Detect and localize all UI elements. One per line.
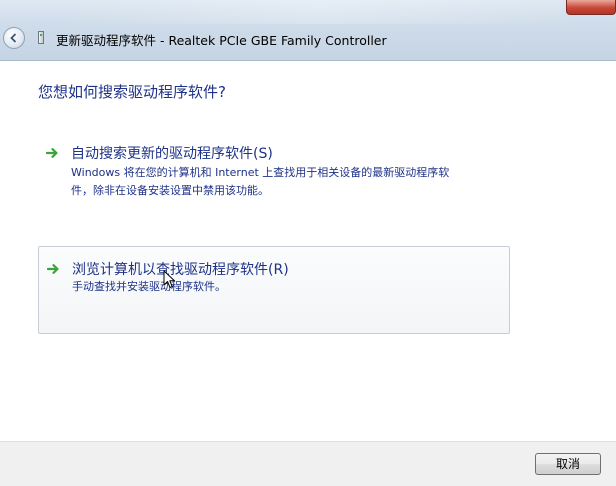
window-title: 更新驱动程序软件 - Realtek PCIe GBE Family Contr… <box>56 33 387 48</box>
option-browse-computer[interactable]: 浏览计算机以查找驱动程序软件(R) 手动查找并安装驱动程序软件。 <box>38 246 510 334</box>
driver-update-window: 更新驱动程序软件 - Realtek PCIe GBE Family Contr… <box>0 0 616 486</box>
green-arrow-icon <box>47 264 59 274</box>
option-auto-search-title: 自动搜索更新的驱动程序软件(S) <box>71 146 273 162</box>
green-arrow-icon <box>46 148 58 158</box>
glass-background <box>60 0 580 24</box>
description-line: 手动查找并安装驱动程序软件。 <box>72 280 226 293</box>
description-line: 件，除非在设备安装设置中禁用该功能。 <box>71 184 269 197</box>
back-arrow-icon <box>10 33 17 43</box>
title-bar: 更新驱动程序软件 - Realtek PCIe GBE Family Contr… <box>0 0 616 61</box>
mouse-pointer-icon <box>163 270 175 288</box>
page-question: 您想如何搜索驱动程序软件? <box>38 83 226 101</box>
option-auto-search[interactable]: 自动搜索更新的驱动程序软件(S) Windows 将在您的计算机和 Intern… <box>38 137 510 207</box>
network-device-icon <box>38 31 44 44</box>
option-browse-computer-description: 手动查找并安装驱动程序软件。 <box>72 278 502 296</box>
back-button[interactable] <box>3 27 25 49</box>
close-button[interactable] <box>566 0 616 15</box>
option-auto-search-description: Windows 将在您的计算机和 Internet 上查找用于相关设备的最新驱动… <box>71 164 501 200</box>
description-line: Windows 将在您的计算机和 Internet 上查找用于相关设备的最新驱动… <box>71 166 450 179</box>
dialog-footer: 取消 <box>0 441 616 486</box>
main-content: 您想如何搜索驱动程序软件? 自动搜索更新的驱动程序软件(S) Windows 将… <box>0 61 616 441</box>
option-browse-computer-title: 浏览计算机以查找驱动程序软件(R) <box>72 262 289 278</box>
cancel-button[interactable]: 取消 <box>535 453 601 475</box>
